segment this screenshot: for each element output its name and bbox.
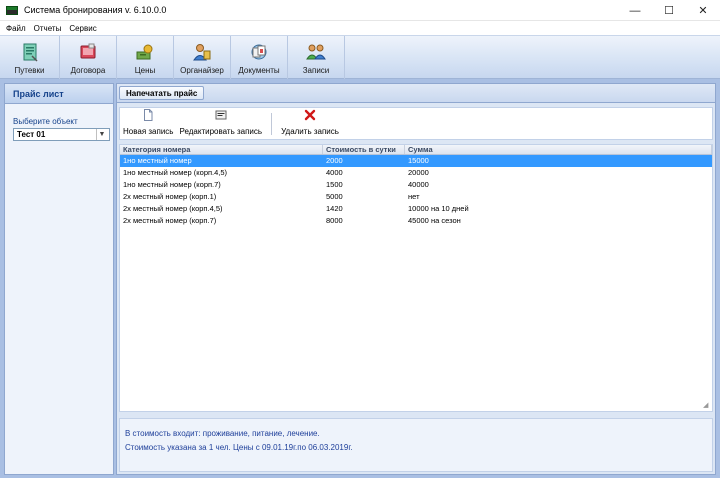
menu-reports[interactable]: Отчеты xyxy=(30,24,66,33)
toolbar-records-label: Записи xyxy=(302,66,330,75)
cell-daily-cost: 4000 xyxy=(326,168,343,177)
cell-daily-cost: 8000 xyxy=(326,216,343,225)
table-header: Категория номера Стоимость в сутки Сумма xyxy=(120,145,712,155)
new-record-button[interactable]: Новая запись xyxy=(120,109,176,139)
toolbar-documents-label: Документы xyxy=(238,66,280,75)
price-list-panel: Прайс лист Выберите объект Тест 01 ▼ xyxy=(4,83,114,475)
cell-daily-cost: 1500 xyxy=(326,180,343,189)
new-document-icon xyxy=(144,109,153,121)
column-header-category[interactable]: Категория номера xyxy=(120,145,323,154)
documents-icon xyxy=(251,44,267,60)
menu-bar: Файл Отчеты Сервис xyxy=(0,21,720,35)
resize-grip-icon[interactable]: ◢ xyxy=(703,402,710,409)
chevron-down-icon[interactable]: ▼ xyxy=(96,129,107,140)
title-bar: Система бронирования v. 6.10.0.0 — ☐ ✕ xyxy=(0,0,720,21)
price-header-bar: Напечатать прайс xyxy=(117,84,715,103)
cell-sum: 20000 xyxy=(408,168,429,177)
toolbar-documents-button[interactable]: Документы xyxy=(231,36,288,79)
edit-record-label: Редактировать запись xyxy=(179,127,263,136)
column-header-daily-cost[interactable]: Стоимость в сутки xyxy=(323,145,405,154)
maximize-button[interactable]: ☐ xyxy=(652,0,686,21)
object-select[interactable]: Тест 01 ▼ xyxy=(13,128,110,141)
object-select-value: Тест 01 xyxy=(17,130,46,139)
toolbar-separator xyxy=(271,113,273,135)
column-header-sum[interactable]: Сумма xyxy=(405,145,712,154)
edit-document-icon xyxy=(215,110,227,120)
cell-sum: 45000 на сезон xyxy=(408,216,461,225)
new-record-label: Новая запись xyxy=(123,127,174,136)
toolbar-prices-label: Цены xyxy=(134,66,156,75)
delete-x-icon xyxy=(304,109,316,121)
table-row[interactable]: 2х местный номер (корп.1) 5000 нет xyxy=(120,191,712,203)
delete-record-button[interactable]: Удалить запись xyxy=(278,109,342,139)
table-row[interactable]: 1но местный номер (корп.4,5) 4000 20000 xyxy=(120,167,712,179)
table-row[interactable]: 1но местный номер (корп.7) 1500 40000 xyxy=(120,179,712,191)
cell-sum: 15000 xyxy=(408,156,429,165)
organizer-icon xyxy=(193,44,211,61)
cell-sum: 10000 на 10 дней xyxy=(408,204,469,213)
price-table: Категория номера Стоимость в сутки Сумма… xyxy=(119,144,713,412)
prices-icon xyxy=(136,44,153,60)
toolbar-prices-button[interactable]: Цены xyxy=(117,36,174,79)
cell-daily-cost: 1420 xyxy=(326,204,343,213)
print-price-button[interactable]: Напечатать прайс xyxy=(119,86,205,100)
toolbar-contracts-label: Договора xyxy=(70,66,106,75)
delete-record-label: Удалить запись xyxy=(281,127,339,136)
cell-category: 2х местный номер (корп.4,5) xyxy=(123,204,223,213)
records-icon xyxy=(306,44,326,60)
record-toolbar: Новая запись Редактировать запись Удалит… xyxy=(119,107,713,140)
cell-daily-cost: 5000 xyxy=(326,192,343,201)
toolbar-organizer-button[interactable]: Органайзер xyxy=(174,36,231,79)
cell-category: 1но местный номер (корп.7) xyxy=(123,180,221,189)
cell-category: 2х местный номер (корп.7) xyxy=(123,216,217,225)
price-list-content: Напечатать прайс Новая запись Редактиров… xyxy=(116,83,716,475)
toolbar-vouchers-button[interactable]: Путевки xyxy=(0,36,60,79)
table-row[interactable]: 1но местный номер 2000 15000 xyxy=(120,155,712,167)
cell-category: 1но местный номер (корп.4,5) xyxy=(123,168,228,177)
window-title: Система бронирования v. 6.10.0.0 xyxy=(24,5,167,15)
table-row[interactable]: 2х местный номер (корп.7) 8000 45000 на … xyxy=(120,215,712,227)
table-row[interactable]: 2х местный номер (корп.4,5) 1420 10000 н… xyxy=(120,203,712,215)
menu-service[interactable]: Сервис xyxy=(65,24,100,33)
toolbar-vouchers-label: Путевки xyxy=(14,66,45,75)
edit-record-button[interactable]: Редактировать запись xyxy=(176,109,265,139)
cell-sum: нет xyxy=(408,192,420,201)
toolbar-records-button[interactable]: Записи xyxy=(288,36,345,79)
voucher-icon xyxy=(23,43,38,62)
app-icon xyxy=(6,5,18,15)
work-area: Прайс лист Выберите объект Тест 01 ▼ Нап… xyxy=(0,79,720,478)
minimize-button[interactable]: — xyxy=(618,0,652,21)
window-controls: — ☐ ✕ xyxy=(618,0,720,21)
menu-file[interactable]: Файл xyxy=(2,24,30,33)
object-select-label: Выберите объект xyxy=(13,117,78,126)
price-info-panel: В стоимость входит: проживание, питание,… xyxy=(119,418,713,472)
contract-icon xyxy=(80,43,96,59)
cell-sum: 40000 xyxy=(408,180,429,189)
main-toolbar: Путевки Договора Цены Органайзер Докумен… xyxy=(0,35,720,79)
cell-daily-cost: 2000 xyxy=(326,156,343,165)
toolbar-organizer-label: Органайзер xyxy=(180,66,224,75)
info-validity: Стоимость указана за 1 чел. Цены с 09.01… xyxy=(125,443,353,452)
cell-category: 1но местный номер xyxy=(123,156,192,165)
close-button[interactable]: ✕ xyxy=(686,0,720,21)
cell-category: 2х местный номер (корп.1) xyxy=(123,192,217,201)
toolbar-contracts-button[interactable]: Договора xyxy=(60,36,117,79)
panel-title: Прайс лист xyxy=(5,84,113,104)
info-includes: В стоимость входит: проживание, питание,… xyxy=(125,429,320,438)
